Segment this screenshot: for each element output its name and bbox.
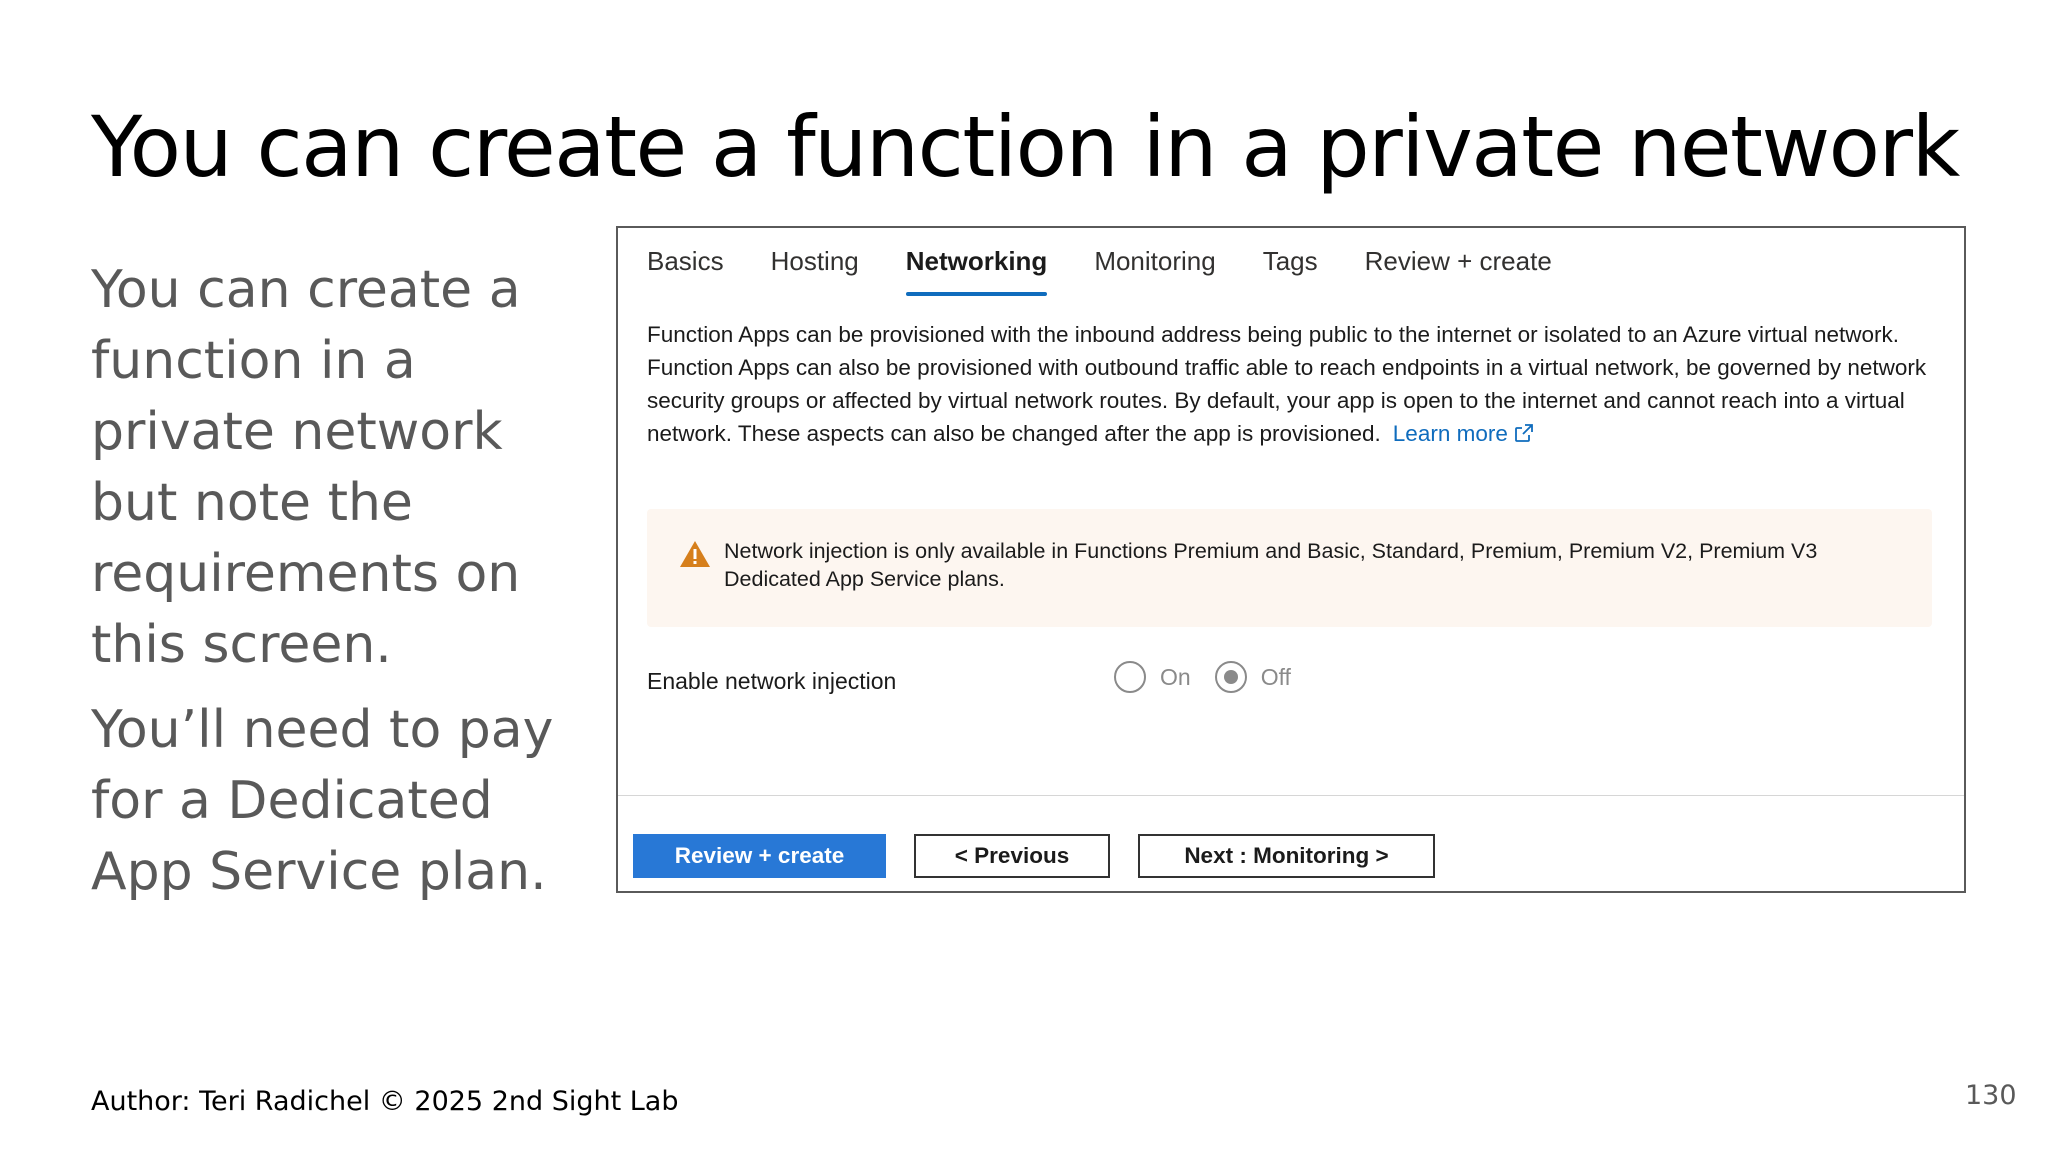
azure-create-function-screenshot: Basics Hosting Networking Monitoring Tag… — [616, 226, 1966, 893]
network-injection-radio-group: On Off — [1114, 661, 1315, 693]
tab-networking[interactable]: Networking — [905, 246, 1047, 296]
slide: You can create a function in a private n… — [0, 0, 2048, 1152]
warning-triangle-icon — [679, 539, 711, 574]
footer-divider — [618, 795, 1964, 796]
tab-monitoring[interactable]: Monitoring — [1094, 246, 1215, 296]
learn-more-link[interactable]: Learn more — [1393, 421, 1534, 446]
radio-on[interactable]: On — [1114, 661, 1191, 693]
review-create-button[interactable]: Review + create — [633, 834, 886, 878]
radio-off-label: Off — [1260, 663, 1291, 690]
body-paragraph-2: You’ll need to pay for a Dedicated App S… — [91, 700, 554, 902]
networking-description: Function Apps can be provisioned with th… — [647, 318, 1937, 452]
next-monitoring-button[interactable]: Next : Monitoring > — [1138, 834, 1435, 878]
radio-off[interactable]: Off — [1214, 661, 1291, 693]
tab-basics[interactable]: Basics — [647, 246, 724, 296]
body-paragraph-1: You can create a function in a private n… — [91, 260, 521, 675]
slide-title: You can create a function in a private n… — [91, 98, 1960, 196]
warning-text: Network injection is only available in F… — [724, 539, 1818, 591]
tab-hosting[interactable]: Hosting — [771, 246, 859, 296]
warning-banner: Network injection is only available in F… — [647, 509, 1932, 627]
author-footer: Author: Teri Radichel © 2025 2nd Sight L… — [91, 1086, 679, 1117]
wizard-tabs: Basics Hosting Networking Monitoring Tag… — [647, 246, 1599, 296]
tab-review-create[interactable]: Review + create — [1365, 246, 1552, 296]
enable-network-injection-label: Enable network injection — [647, 668, 897, 694]
description-text: Function Apps can be provisioned with th… — [647, 322, 1927, 446]
tab-tags[interactable]: Tags — [1263, 246, 1318, 296]
learn-more-label: Learn more — [1392, 421, 1508, 446]
radio-on-label: On — [1160, 663, 1191, 690]
slide-body: You can create a function in a private n… — [91, 255, 561, 922]
external-link-icon — [1514, 419, 1534, 452]
page-number: 130 — [1965, 1080, 2017, 1111]
radio-off-circle[interactable] — [1214, 661, 1247, 693]
radio-on-circle[interactable] — [1114, 661, 1146, 693]
previous-button[interactable]: < Previous — [914, 834, 1110, 878]
